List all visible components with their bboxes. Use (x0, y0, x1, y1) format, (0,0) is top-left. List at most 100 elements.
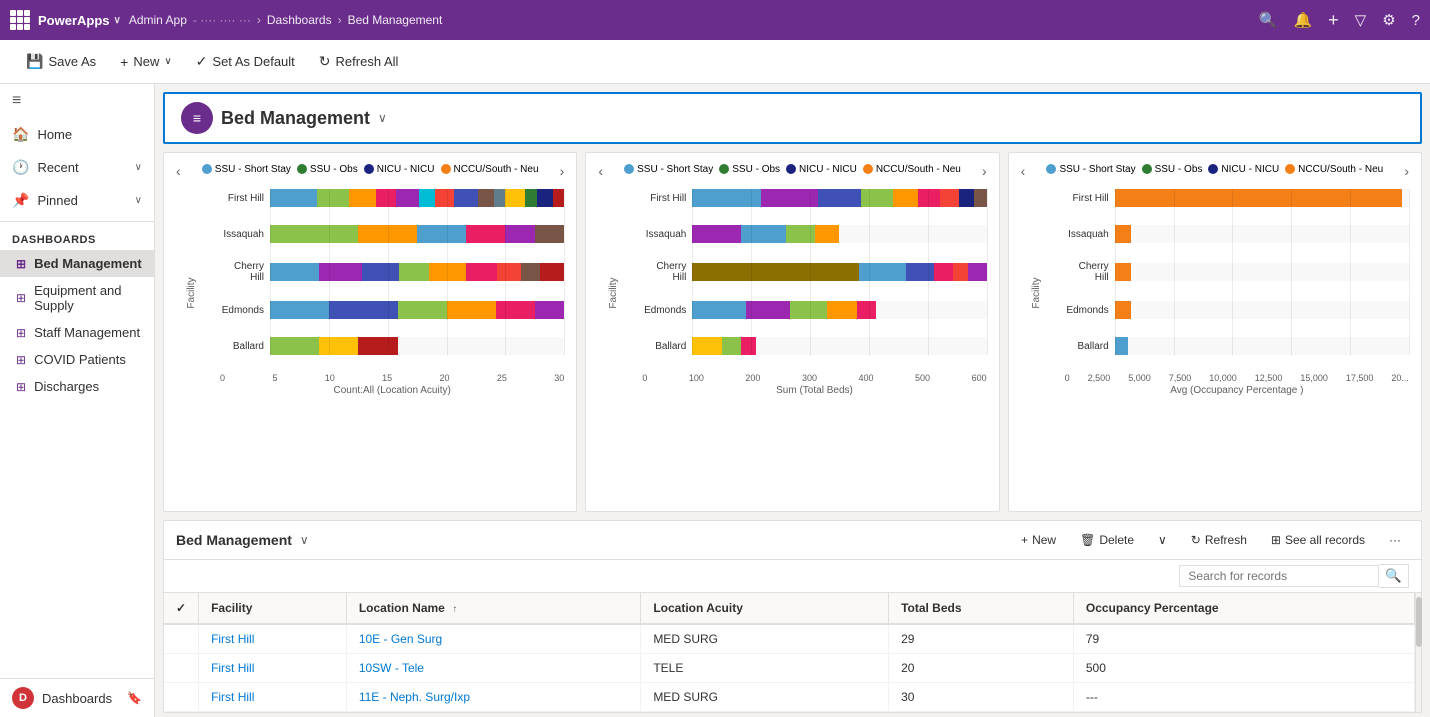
set-as-default-button[interactable]: ✓ Set As Default (186, 49, 305, 74)
row-occupancy-1: 79 (1073, 624, 1414, 654)
chart-1-prev-arrow[interactable]: ‹ (172, 161, 185, 181)
bar-row: Cherry Hill (220, 261, 564, 283)
chart-card-3: ‹ SSU - Short Stay SSU - Obs NICU - N (1008, 152, 1422, 512)
table-scrollbar[interactable] (1415, 593, 1421, 712)
breadcrumb-page: Bed Management (348, 13, 443, 27)
powerapps-logo[interactable]: PowerApps ∨ (38, 13, 121, 28)
sidebar-item-home[interactable]: 🏠 Home (0, 118, 154, 151)
bar-row: Ballard (1065, 337, 1409, 355)
legend-2-nicu: NICU - NICU (786, 164, 857, 175)
chart-3-y-axis-label: Facility (1031, 277, 1042, 308)
bar-segment (478, 189, 494, 207)
add-icon[interactable]: + (1328, 10, 1339, 31)
chart-2-legend: SSU - Short Stay SSU - Obs NICU - NICU (616, 162, 969, 181)
powerapps-chevron-icon: ∨ (114, 15, 121, 26)
bar-segment (1115, 189, 1403, 207)
chart-2-prev-arrow[interactable]: ‹ (594, 161, 607, 181)
bar-segment (419, 189, 435, 207)
help-icon[interactable]: ? (1412, 12, 1420, 29)
table-new-button[interactable]: + New (1013, 529, 1064, 551)
dashboard-chevron-icon[interactable]: ∨ (378, 111, 387, 125)
table-status-button[interactable]: ∨ (1150, 529, 1175, 551)
row-facility-1[interactable]: First Hill (199, 624, 347, 654)
row-location-3[interactable]: 11E - Neph. Surg/Ixp (346, 683, 640, 712)
sidebar-item-staff-management[interactable]: ⊞ Staff Management (0, 319, 154, 346)
table-see-all-button[interactable]: ⊞ See all records (1263, 529, 1373, 551)
sidebar-item-pinned[interactable]: 📌 Pinned ∨ (0, 184, 154, 217)
avatar: D (12, 687, 34, 709)
bar-segment (497, 263, 522, 281)
bar-segment (429, 263, 466, 281)
chart-3-next-arrow[interactable]: › (1400, 161, 1413, 181)
bar-label: Edmonds (220, 305, 270, 316)
bar-segment (396, 189, 420, 207)
settings-icon[interactable]: ⚙ (1382, 11, 1395, 29)
bar-segment (525, 189, 537, 207)
table-col-facility: Facility (199, 593, 347, 624)
bar-segment (934, 263, 953, 281)
sidebar-item-equipment-supply[interactable]: ⊞ Equipment and Supply (0, 277, 154, 319)
bar-segments (270, 301, 564, 319)
table-delete-icon: 🗑 (1080, 533, 1095, 547)
legend-nccu: NCCU/South - Neu (441, 164, 539, 175)
table-more-button[interactable]: ··· (1381, 529, 1409, 551)
row-check-3[interactable] (164, 683, 199, 712)
row-location-1[interactable]: 10E - Gen Surg (346, 624, 640, 654)
waffle-menu-icon[interactable] (10, 10, 30, 30)
bar-segment (906, 263, 934, 281)
sidebar-item-covid-patients[interactable]: ⊞ COVID Patients (0, 346, 154, 373)
search-icon[interactable]: 🔍 (1259, 11, 1278, 29)
new-button[interactable]: + New ∨ (110, 50, 182, 74)
search-input[interactable] (1179, 565, 1379, 587)
row-check-2[interactable] (164, 654, 199, 683)
table-delete-button[interactable]: 🗑 Delete (1072, 529, 1142, 551)
table-title-chevron-icon[interactable]: ∨ (300, 533, 309, 547)
filter-icon[interactable]: ▽ (1355, 11, 1367, 29)
row-beds-2: 20 (889, 654, 1074, 683)
chart-1-next-arrow[interactable]: › (556, 161, 569, 181)
bar-row: Cherry Hill (1065, 261, 1409, 283)
bar-segment (362, 263, 399, 281)
bar-segment (466, 263, 497, 281)
bar-segment (790, 301, 827, 319)
notification-icon[interactable]: 🔔 (1293, 11, 1312, 29)
table-refresh-button[interactable]: ↻ Refresh (1183, 529, 1255, 551)
sidebar-item-bed-management[interactable]: ⊞ Bed Management (0, 250, 154, 277)
chart-2-next-arrow[interactable]: › (978, 161, 991, 181)
bar-segment (722, 337, 742, 355)
bar-label: First Hill (642, 193, 692, 204)
save-as-button[interactable]: 💾 Save As (16, 49, 106, 74)
legend-2-nccu: NCCU/South - Neu (863, 164, 961, 175)
legend-3-dot-3 (1208, 164, 1218, 174)
bar-segment (317, 189, 348, 207)
table-col-location[interactable]: Location Name ↑ (346, 593, 640, 624)
chart-3-nav: ‹ SSU - Short Stay SSU - Obs NICU - N (1013, 161, 1417, 181)
row-location-2[interactable]: 10SW - Tele (346, 654, 640, 683)
row-acuity-3: MED SURG (641, 683, 889, 712)
table-container: ✓ Facility Location Name ↑ Location Acui… (164, 593, 1415, 712)
row-facility-3[interactable]: First Hill (199, 683, 347, 712)
bar-segment (918, 189, 941, 207)
legend-2-ssu-short-stay: SSU - Short Stay (624, 164, 713, 175)
search-submit-button[interactable]: 🔍 (1379, 564, 1409, 588)
row-facility-2[interactable]: First Hill (199, 654, 347, 683)
sidebar-bottom-dashboards[interactable]: D Dashboards 🔖 (0, 679, 154, 717)
row-check-1[interactable] (164, 624, 199, 654)
breadcrumb-section[interactable]: Dashboards (267, 13, 332, 27)
sidebar-item-discharges[interactable]: ⊞ Discharges (0, 373, 154, 400)
bar-segments (1115, 189, 1409, 207)
sidebar-toggle-button[interactable]: ≡ (0, 84, 154, 118)
refresh-all-button[interactable]: ↻ Refresh All (309, 49, 409, 74)
bar-segment (1115, 337, 1128, 355)
chart-1-y-axis-label: Facility (186, 277, 197, 308)
legend-3-dot-1 (1046, 164, 1056, 174)
bar-segment (692, 263, 858, 281)
bar-label: Issaquah (1065, 229, 1115, 240)
bar-segment (349, 189, 376, 207)
pinned-chevron-icon: ∨ (135, 195, 142, 206)
bar-segment (761, 189, 817, 207)
bar-segment (447, 301, 496, 319)
breadcrumb-separator-1: - ···· ···· ··· (193, 13, 251, 27)
chart-3-prev-arrow[interactable]: ‹ (1017, 161, 1030, 181)
sidebar-item-recent[interactable]: 🕐 Recent ∨ (0, 151, 154, 184)
